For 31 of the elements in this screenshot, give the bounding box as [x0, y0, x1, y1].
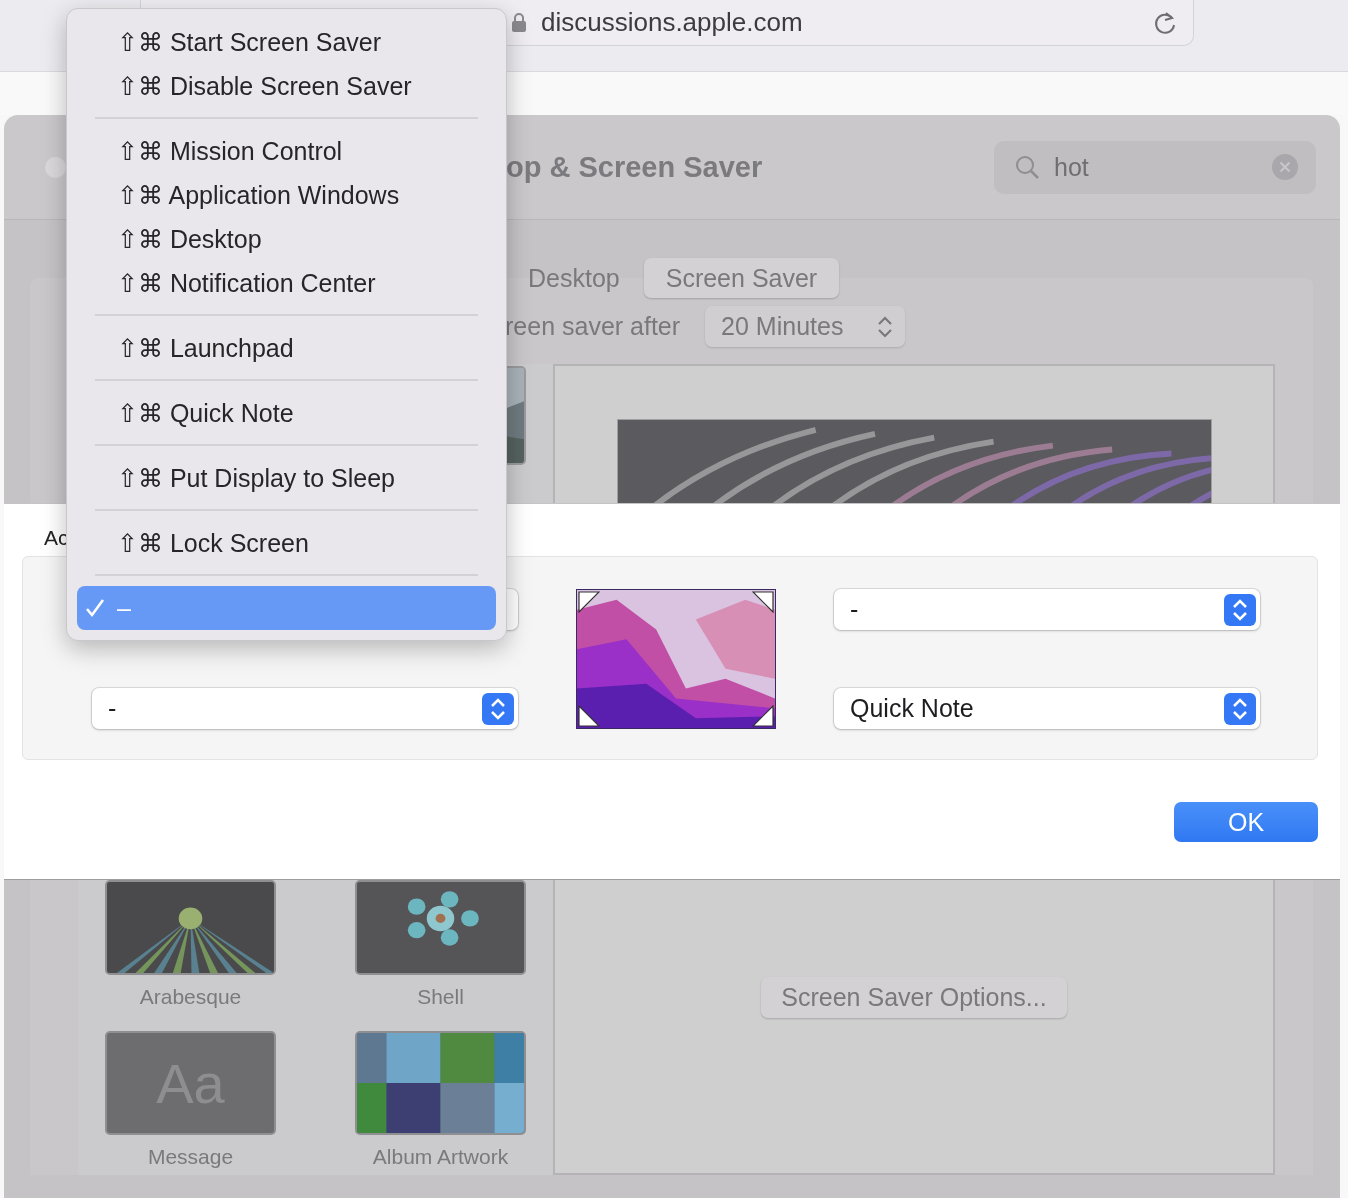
menu-item[interactable]: ⇧⌘ Quick Note [77, 391, 496, 435]
menu-item[interactable]: ⇧⌘ Desktop [77, 217, 496, 261]
menu-item[interactable]: ⇧⌘ Mission Control [77, 129, 496, 173]
menu-item[interactable]: ⇧⌘ Launchpad [77, 326, 496, 370]
ok-button[interactable]: OK [1174, 802, 1318, 842]
corner-icon [752, 705, 774, 727]
check-icon [85, 598, 105, 618]
start-after-label: reen saver after [505, 312, 681, 341]
menu-item[interactable]: ⇧⌘ Notification Center [77, 261, 496, 305]
corner-popup[interactable]: - [92, 688, 518, 729]
reload-icon[interactable] [1153, 9, 1177, 36]
menu-item[interactable]: ⇧⌘ Application Windows [77, 173, 496, 217]
corner-icon [752, 591, 774, 613]
lock-icon [511, 12, 527, 33]
corner-popup[interactable]: - [834, 589, 1260, 630]
corner-icon [578, 705, 600, 727]
window-title: op & Screen Saver [506, 150, 763, 184]
menu-item[interactable]: ⇧⌘ Lock Screen [77, 521, 496, 565]
menu-item[interactable]: ⇧⌘ Disable Screen Saver [77, 64, 496, 108]
stepper-icon [1224, 692, 1256, 725]
corner-icon [578, 591, 600, 613]
saver-name: Arabesque [138, 984, 243, 1010]
stepper-icon [482, 692, 514, 725]
saver-name: Message [146, 1144, 235, 1170]
menu-item[interactable]: ⇧⌘ Put Display to Sleep [77, 456, 496, 500]
menu-item[interactable]: ⇧⌘ Start Screen Saver [77, 20, 496, 64]
saver-name: Album Artwork [371, 1144, 510, 1170]
saver-name: Shell [416, 984, 465, 1010]
stepper-icon [1224, 593, 1256, 626]
corner-popup[interactable]: Quick Note [834, 688, 1260, 729]
search-icon [1014, 154, 1040, 180]
